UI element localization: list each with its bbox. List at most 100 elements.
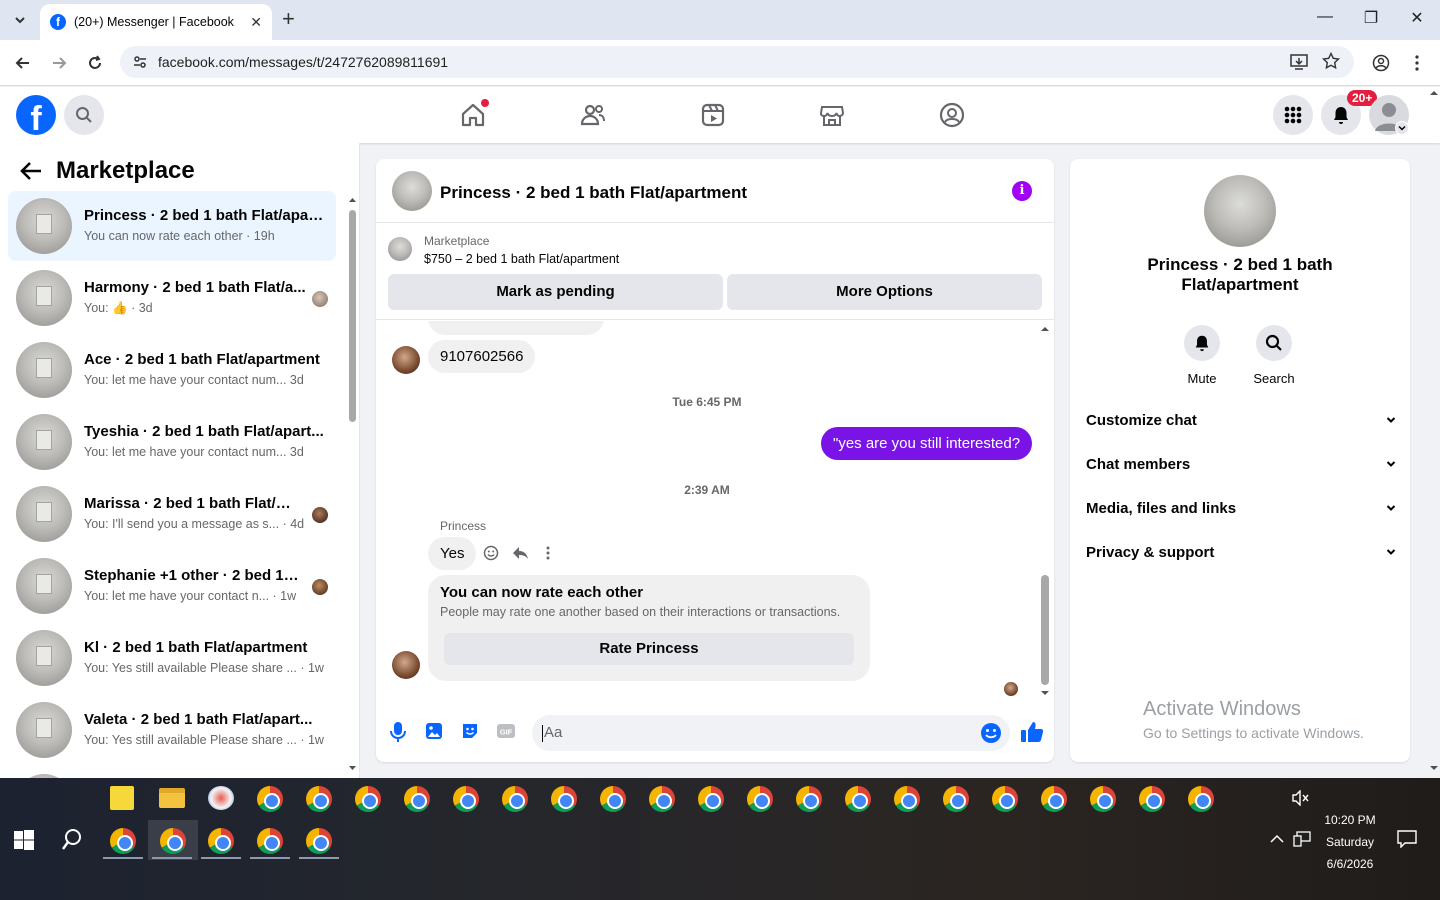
tab-search-chevron-icon[interactable] [9, 9, 31, 31]
react-emoji-icon[interactable] [483, 545, 499, 561]
bookmark-star-icon[interactable] [1322, 52, 1340, 70]
bell-icon[interactable] [1184, 325, 1220, 361]
profile-icon[interactable] [1372, 54, 1390, 72]
chrome-profile-icon[interactable] [160, 828, 186, 854]
chrome-icon[interactable] [257, 786, 283, 812]
chrome-profile-icon[interactable] [943, 786, 969, 812]
reload-icon[interactable] [84, 52, 106, 74]
microphone-icon[interactable] [388, 721, 410, 743]
tab-close-icon[interactable]: ✕ [250, 14, 262, 31]
browser-tab-active[interactable]: f (20+) Messenger | Facebook ✕ [40, 4, 272, 40]
chrome-profile-icon[interactable] [747, 786, 773, 812]
chrome-profile-icon[interactable] [404, 786, 430, 812]
chat-avatar[interactable] [392, 171, 432, 211]
back-arrow-icon[interactable] [12, 52, 34, 74]
snipping-tool-icon[interactable] [208, 786, 234, 810]
chrome-profile-icon[interactable] [355, 786, 381, 812]
conversation-item[interactable]: Ace · 2 bed 1 bath Flat/apartment You: l… [8, 335, 336, 405]
chrome-profile-icon[interactable] [306, 786, 332, 812]
tray-chevron-up-icon[interactable] [1270, 834, 1284, 844]
address-bar[interactable]: facebook.com/messages/t/2472762089811691 [120, 46, 1354, 78]
search-icon[interactable] [1256, 325, 1292, 361]
chrome-profile-icon[interactable] [894, 786, 920, 812]
marketplace-icon[interactable] [818, 101, 846, 129]
sticker-icon[interactable] [460, 721, 482, 743]
conversation-list-scrollbar[interactable] [348, 196, 357, 774]
video-icon[interactable] [699, 101, 727, 129]
chrome-profile-icon[interactable] [796, 786, 822, 812]
window-close-icon[interactable]: ✕ [1402, 8, 1432, 28]
minimize-icon[interactable]: — [1310, 8, 1340, 26]
account-avatar[interactable] [1369, 95, 1409, 135]
privacy-support-section[interactable]: Privacy & support [1086, 544, 1396, 561]
chat-title[interactable]: Princess · 2 bed 1 bath Flat/apartment [440, 183, 747, 203]
chrome-profile-icon[interactable] [1041, 786, 1067, 812]
profile-picture[interactable] [1204, 175, 1276, 247]
sender-avatar[interactable] [392, 346, 420, 374]
conversation-item[interactable]: Stephanie +1 other · 2 bed 1 b... You: l… [8, 551, 336, 621]
back-arrow-icon[interactable] [20, 161, 42, 181]
photo-icon[interactable] [424, 721, 446, 743]
chrome-profile-icon[interactable] [992, 786, 1018, 812]
taskbar-search-icon[interactable] [61, 828, 83, 852]
conversation-item[interactable]: Tyeshia · 2 bed 1 bath Flat/apart... You… [8, 407, 336, 477]
listing-thumbnail[interactable] [388, 237, 412, 261]
account-chevron-icon[interactable] [1395, 121, 1409, 135]
customize-chat-section[interactable]: Customize chat [1086, 412, 1396, 429]
network-icon[interactable] [1293, 831, 1311, 847]
sticky-notes-icon[interactable] [110, 786, 134, 810]
reply-icon[interactable] [512, 545, 529, 561]
gaming-icon[interactable] [938, 101, 966, 129]
friends-icon[interactable] [579, 101, 607, 129]
new-tab-plus-icon[interactable]: + [282, 8, 295, 30]
chrome-profile-icon[interactable] [1188, 786, 1214, 812]
chrome-profile-icon[interactable] [551, 786, 577, 812]
scrollbar-thumb[interactable] [349, 210, 356, 422]
chat-members-section[interactable]: Chat members [1086, 456, 1396, 473]
file-explorer-icon[interactable] [159, 788, 185, 808]
browser-menu-icon[interactable] [1414, 54, 1420, 72]
conversation-item[interactable] [8, 767, 336, 778]
search-icon[interactable] [64, 95, 104, 135]
chrome-profile-icon[interactable] [306, 828, 332, 854]
conversation-item[interactable]: Marissa · 2 bed 1 bath Flat/ap... You: I… [8, 479, 336, 549]
chrome-profile-icon[interactable] [502, 786, 528, 812]
chrome-profile-icon[interactable] [845, 786, 871, 812]
search-conversation-button[interactable]: Search [1238, 325, 1310, 386]
mute-button[interactable]: Mute [1166, 325, 1238, 386]
message-scrollbar[interactable] [1040, 325, 1050, 699]
info-icon[interactable]: i [1012, 181, 1032, 201]
chrome-profile-icon[interactable] [208, 828, 234, 854]
site-info-icon[interactable] [132, 54, 148, 70]
conversation-item[interactable]: Valeta · 2 bed 1 bath Flat/apart... You:… [8, 695, 336, 765]
more-options-button[interactable]: More Options [727, 274, 1042, 310]
chrome-profile-icon[interactable] [698, 786, 724, 812]
menu-grid-icon[interactable] [1273, 95, 1313, 135]
conversation-item[interactable]: Princess · 2 bed 1 bath Flat/apar... You… [8, 191, 336, 261]
emoji-icon[interactable] [980, 722, 1002, 744]
facebook-logo-icon[interactable]: f [16, 95, 56, 135]
chrome-profile-icon[interactable] [257, 828, 283, 854]
chrome-profile-icon[interactable] [110, 828, 136, 854]
notification-center-icon[interactable] [1397, 830, 1417, 848]
conversation-item[interactable]: Harmony · 2 bed 1 bath Flat/a... You: 👍 … [8, 263, 336, 333]
more-actions-icon[interactable] [545, 545, 551, 561]
home-icon[interactable] [459, 99, 489, 129]
media-files-links-section[interactable]: Media, files and links [1086, 500, 1396, 517]
conversation-item[interactable]: Kl · 2 bed 1 bath Flat/apartment You: Ye… [8, 623, 336, 693]
forward-arrow-icon[interactable] [48, 52, 70, 74]
chrome-profile-icon[interactable] [453, 786, 479, 812]
windows-start-icon[interactable] [14, 830, 34, 850]
page-scrollbar[interactable] [1428, 87, 1440, 777]
maximize-icon[interactable]: ❐ [1356, 8, 1386, 28]
chrome-profile-icon[interactable] [600, 786, 626, 812]
thumbs-up-icon[interactable] [1020, 720, 1044, 742]
install-app-icon[interactable] [1290, 53, 1308, 71]
message-input[interactable]: Aa [532, 715, 1010, 751]
scrollbar-thumb[interactable] [1041, 575, 1049, 685]
chrome-profile-icon[interactable] [649, 786, 675, 812]
gif-icon[interactable]: GIF [496, 721, 518, 743]
chrome-profile-icon[interactable] [1090, 786, 1116, 812]
system-clock[interactable]: 10:20 PM Saturday 6/6/2026 [1310, 809, 1390, 875]
chrome-profile-icon[interactable] [1139, 786, 1165, 812]
